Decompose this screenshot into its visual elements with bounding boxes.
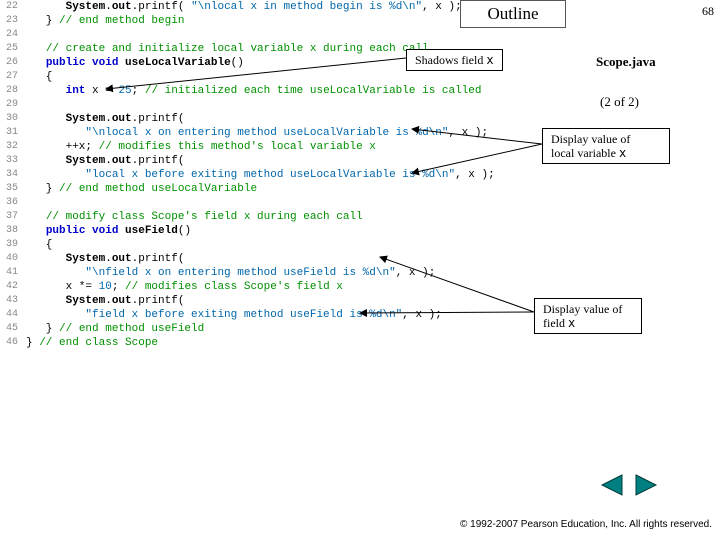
line-number: 27 <box>0 70 26 84</box>
code-content: System.out.printf( <box>26 294 184 308</box>
line-number: 41 <box>0 266 26 280</box>
code-line: 23 } // end method begin <box>0 14 720 28</box>
line-number: 32 <box>0 140 26 154</box>
prev-button[interactable] <box>598 473 624 502</box>
nav-buttons <box>598 473 660 502</box>
outline-label: Outline <box>488 4 539 24</box>
callout-shadows: Shadows field x <box>406 49 503 71</box>
code-content: public void useField() <box>26 224 191 238</box>
code-content: } // end method begin <box>26 14 184 28</box>
code-content: System.out.printf( <box>26 154 184 168</box>
code-line: 39 { <box>0 238 720 252</box>
callout-display-local: Display value of local variable x <box>542 128 670 164</box>
line-number: 34 <box>0 168 26 182</box>
triangle-left-icon <box>598 473 624 497</box>
line-number: 43 <box>0 294 26 308</box>
line-number: 23 <box>0 14 26 28</box>
code-content: System.out.printf( <box>26 252 184 266</box>
line-number: 25 <box>0 42 26 56</box>
line-number: 36 <box>0 196 26 210</box>
line-number: 46 <box>0 336 26 350</box>
triangle-right-icon <box>634 473 660 497</box>
callout-code: x <box>619 146 626 160</box>
code-content: { <box>26 238 52 252</box>
line-number: 37 <box>0 210 26 224</box>
code-content: "field x before exiting method useField … <box>26 308 442 322</box>
line-number: 40 <box>0 252 26 266</box>
code-line: 35 } // end method useLocalVariable <box>0 182 720 196</box>
callout-text: Display value of <box>543 302 622 316</box>
code-line: 42 x *= 10; // modifies class Scope's fi… <box>0 280 720 294</box>
callout-code: x <box>486 53 493 67</box>
code-line: 41 "\nfield x on entering method useFiel… <box>0 266 720 280</box>
page-number: 68 <box>702 4 714 19</box>
code-line: 34 "local x before exiting method useLoc… <box>0 168 720 182</box>
code-content: // modify class Scope's field x during e… <box>26 210 363 224</box>
page-indicator: (2 of 2) <box>600 94 639 110</box>
code-content: int x = 25; // initialized each time use… <box>26 84 482 98</box>
code-line: 36 <box>0 196 720 210</box>
line-number: 28 <box>0 84 26 98</box>
code-content: } // end method useLocalVariable <box>26 182 257 196</box>
code-line: 30 System.out.printf( <box>0 112 720 126</box>
line-number: 42 <box>0 280 26 294</box>
code-content: ++x; // modifies this method's local var… <box>26 140 376 154</box>
line-number: 45 <box>0 322 26 336</box>
line-number: 44 <box>0 308 26 322</box>
code-line: 38 public void useField() <box>0 224 720 238</box>
code-content: "local x before exiting method useLocalV… <box>26 168 495 182</box>
code-content: System.out.printf( <box>26 112 184 126</box>
code-content: "\nfield x on entering method useField i… <box>26 266 435 280</box>
line-number: 24 <box>0 28 26 42</box>
callout-text: field <box>543 316 568 330</box>
line-number: 29 <box>0 98 26 112</box>
line-number: 30 <box>0 112 26 126</box>
line-number: 38 <box>0 224 26 238</box>
line-number: 22 <box>0 0 26 14</box>
line-number: 31 <box>0 126 26 140</box>
callout-text: Display value of <box>551 132 630 146</box>
code-line: 24 <box>0 28 720 42</box>
code-line: 40 System.out.printf( <box>0 252 720 266</box>
code-content: public void useLocalVariable() <box>26 56 244 70</box>
next-button[interactable] <box>634 473 660 502</box>
code-content: System.out.printf( "\nlocal x in method … <box>26 0 462 14</box>
line-number: 33 <box>0 154 26 168</box>
callout-text: Shadows field <box>415 53 486 67</box>
code-line: 37 // modify class Scope's field x durin… <box>0 210 720 224</box>
line-number: 39 <box>0 238 26 252</box>
code-content: "\nlocal x on entering method useLocalVa… <box>26 126 488 140</box>
code-line: 22 System.out.printf( "\nlocal x in meth… <box>0 0 720 14</box>
outline-box: Outline <box>460 0 566 28</box>
line-number: 26 <box>0 56 26 70</box>
code-content: } // end class Scope <box>26 336 158 350</box>
line-number: 35 <box>0 182 26 196</box>
copyright: © 1992-2007 Pearson Education, Inc. All … <box>460 519 712 530</box>
code-line: 46} // end class Scope <box>0 336 720 350</box>
callout-code: x <box>568 316 575 330</box>
callout-text: local variable <box>551 146 619 160</box>
code-content: } // end method useField <box>26 322 204 336</box>
code-content: // create and initialize local variable … <box>26 42 429 56</box>
code-line: 27 { <box>0 70 720 84</box>
callout-display-field: Display value of field x <box>534 298 642 334</box>
code-content: { <box>26 70 52 84</box>
file-name: Scope.java <box>596 54 656 70</box>
code-content: x *= 10; // modifies class Scope's field… <box>26 280 343 294</box>
